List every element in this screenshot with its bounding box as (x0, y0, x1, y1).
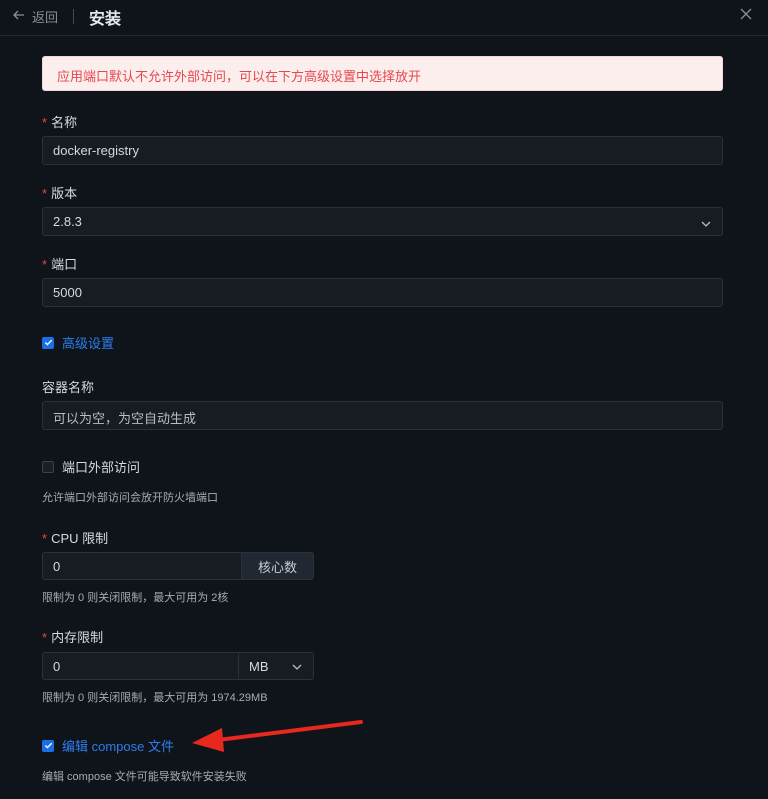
port-label: * 端口 (42, 257, 78, 272)
port-warning-alert: 应用端口默认不允许外部访问，可以在下方高级设置中选择放开 (42, 56, 723, 91)
close-button[interactable] (738, 6, 754, 22)
arrow-left-icon (12, 8, 26, 25)
back-label: 返回 (32, 10, 59, 25)
memory-unit-value: MB (249, 659, 269, 674)
external-access-hint: 允许端口外部访问会放开防火墙端口 (42, 492, 218, 504)
external-access-checkbox[interactable]: 端口外部访问 (42, 457, 140, 476)
check-icon (42, 739, 54, 752)
version-value: 2.8.3 (53, 214, 82, 229)
edit-compose-hint: 编辑 compose 文件可能导致软件安装失败 (42, 771, 247, 783)
name-label: * 名称 (42, 115, 78, 130)
drawer-header: 返回 安装 (0, 0, 768, 36)
advanced-settings-checkbox[interactable]: 高级设置 (42, 333, 114, 352)
memory-unit-select[interactable]: MB (238, 652, 314, 680)
edit-compose-label: 编辑 compose 文件 (62, 739, 174, 754)
chevron-down-icon (700, 217, 712, 227)
advanced-settings-label: 高级设置 (62, 336, 115, 351)
port-input[interactable]: 5000 (42, 278, 723, 307)
cpu-limit-input[interactable]: 0 (42, 552, 241, 580)
version-select[interactable]: 2.8.3 (42, 207, 723, 236)
memory-limit-hint: 限制为 0 则关闭限制，最大可用为 1974.29MB (42, 692, 268, 704)
checkbox-box (42, 460, 54, 473)
memory-limit-label: * 内存限制 (42, 630, 104, 645)
memory-limit-input[interactable]: 0 (42, 652, 238, 680)
back-button[interactable]: 返回 (12, 7, 58, 26)
container-name-input[interactable]: 可以为空，为空自动生成 (42, 401, 723, 430)
container-name-label: 容器名称 (42, 380, 95, 395)
close-icon (738, 8, 754, 25)
header-divider (73, 9, 74, 24)
cpu-limit-hint: 限制为 0 则关闭限制，最大可用为 2核 (42, 592, 229, 604)
check-icon (42, 336, 54, 349)
cpu-unit-addon: 核心数 (241, 552, 314, 580)
name-input[interactable]: docker-registry (42, 136, 723, 165)
version-label: * 版本 (42, 186, 78, 201)
cpu-limit-label: * CPU 限制 (42, 531, 109, 546)
page-title: 安装 (89, 11, 122, 28)
external-access-label: 端口外部访问 (62, 460, 141, 475)
edit-compose-checkbox[interactable]: 编辑 compose 文件 (42, 736, 174, 755)
